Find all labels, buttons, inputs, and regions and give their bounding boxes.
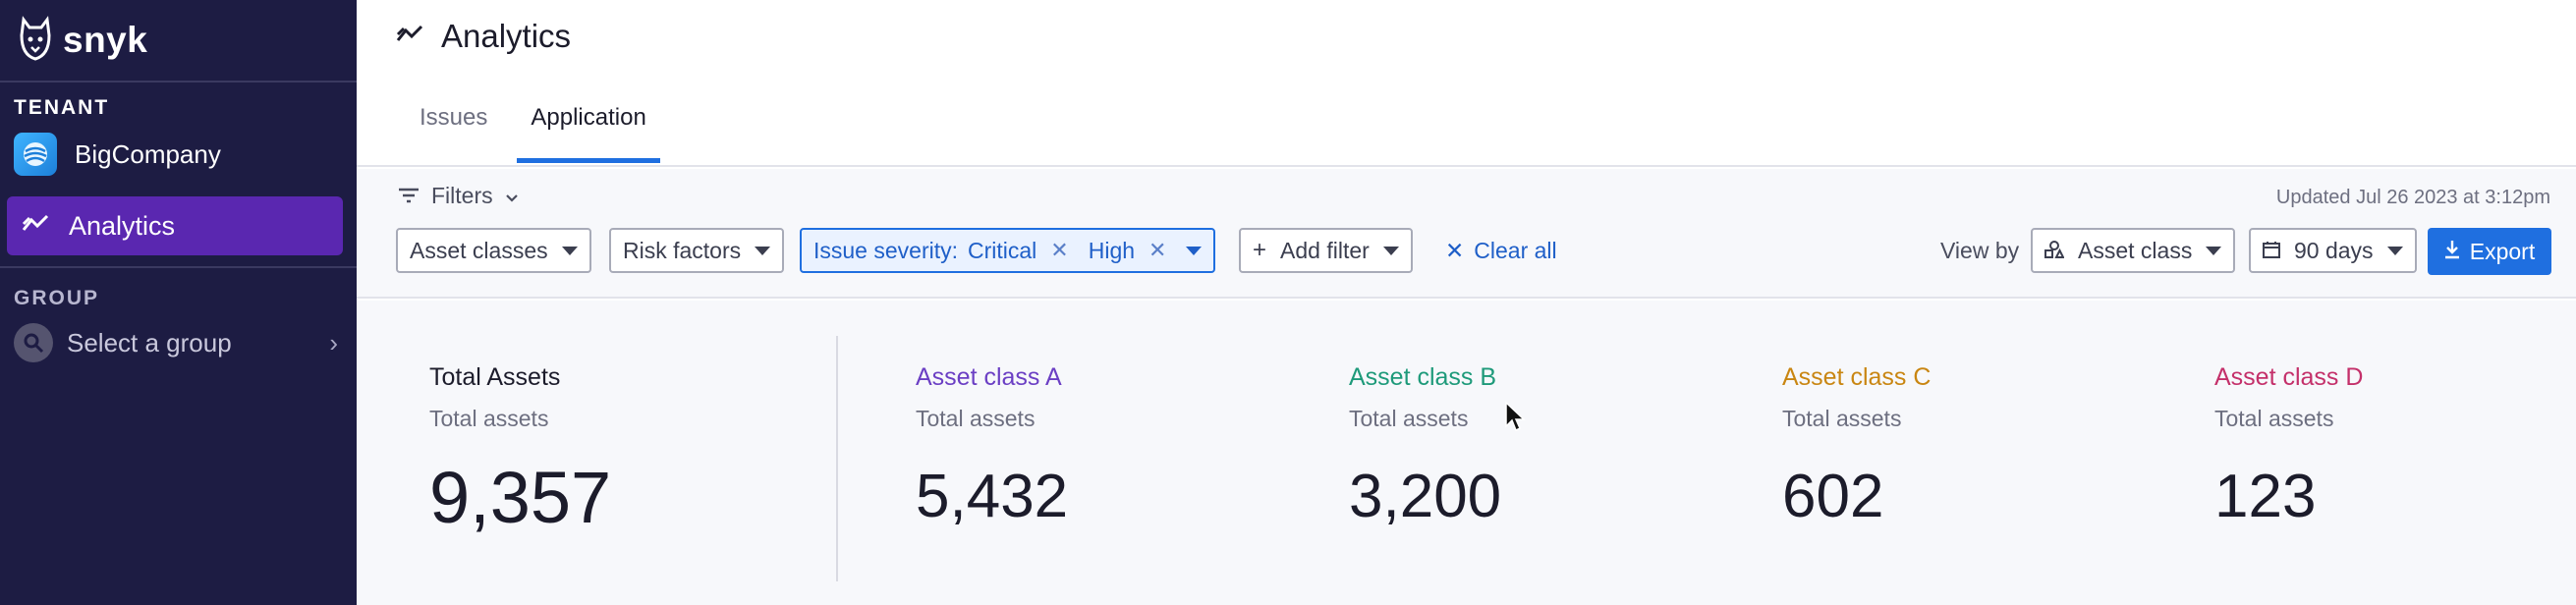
filters-label: Filters bbox=[431, 183, 493, 208]
sidebar: snyk TENANT BigCompany Analytics GROUP S… bbox=[0, 0, 357, 605]
stat-subtitle: Total assets bbox=[2214, 406, 2334, 431]
clear-all-label: Clear all bbox=[1474, 237, 1557, 263]
filters-toggle[interactable]: Filters bbox=[398, 183, 519, 209]
asset-classes-filter[interactable]: Asset classes bbox=[396, 228, 591, 273]
add-filter-button[interactable]: + Add filter bbox=[1239, 228, 1413, 273]
stat-value: 123 bbox=[2214, 463, 2317, 530]
stat-value: 602 bbox=[1782, 463, 1884, 530]
brand[interactable]: snyk bbox=[0, 0, 357, 82]
tab-issues[interactable]: Issues bbox=[406, 90, 501, 163]
close-icon: ✕ bbox=[1445, 237, 1465, 263]
sidebar-divider bbox=[0, 266, 357, 268]
stat-value: 5,432 bbox=[916, 463, 1069, 530]
brand-wordmark: snyk bbox=[63, 20, 148, 60]
stat-subtitle: Total assets bbox=[429, 406, 549, 431]
severity-value-high: High bbox=[1088, 237, 1136, 263]
calendar-icon bbox=[2263, 238, 2280, 264]
view-by-label: View by bbox=[1940, 238, 2020, 263]
tenant-name: BigCompany bbox=[75, 138, 221, 169]
tab-application[interactable]: Application bbox=[517, 90, 661, 163]
chip-label: Risk factors bbox=[623, 237, 742, 263]
stat-asset-class-c[interactable]: Asset class C Total assets 602 bbox=[1782, 363, 1931, 531]
group-label: GROUP bbox=[14, 287, 100, 309]
stats-divider bbox=[836, 336, 838, 581]
tenant-selector[interactable]: BigCompany bbox=[0, 132, 357, 177]
stat-asset-class-b[interactable]: Asset class B Total assets 3,200 bbox=[1349, 363, 1501, 531]
caret-down-icon bbox=[2386, 246, 2403, 255]
stat-title: Asset class B bbox=[1349, 363, 1497, 391]
group-selector[interactable]: Select a group › bbox=[14, 321, 338, 364]
analytics-icon bbox=[22, 214, 49, 239]
stat-title: Asset class D bbox=[2214, 363, 2364, 391]
snyk-logo-icon bbox=[18, 15, 53, 66]
tenant-label: TENANT bbox=[14, 96, 110, 119]
chevron-right-icon: › bbox=[329, 327, 338, 358]
stat-subtitle: Total assets bbox=[1349, 406, 1469, 431]
tabs: Issues Application bbox=[406, 90, 676, 163]
analytics-icon bbox=[396, 25, 423, 49]
search-icon bbox=[14, 323, 53, 362]
clear-all-button[interactable]: ✕ Clear all bbox=[1445, 228, 1557, 273]
filter-bar: Filters Updated Jul 26 2023 at 3:12pm As… bbox=[357, 169, 2576, 299]
main-content: Analytics Issues Application Filters Upd… bbox=[357, 0, 2576, 605]
page-title-text: Analytics bbox=[441, 18, 572, 54]
plus-icon: + bbox=[1253, 237, 1267, 263]
remove-high-icon[interactable]: ✕ bbox=[1148, 238, 1166, 263]
date-range-select[interactable]: 90 days bbox=[2249, 228, 2417, 273]
chip-label: Asset classes bbox=[410, 237, 548, 263]
stat-title: Total Assets bbox=[429, 363, 561, 391]
stat-value: 3,200 bbox=[1349, 463, 1502, 530]
export-button[interactable]: Export bbox=[2428, 228, 2551, 275]
group-select-text: Select a group bbox=[67, 327, 232, 358]
topbar: Analytics Issues Application bbox=[357, 0, 2576, 167]
add-filter-label: Add filter bbox=[1280, 237, 1370, 263]
severity-label: Issue severity: bbox=[813, 237, 958, 263]
mouse-cursor-icon bbox=[1504, 401, 1526, 439]
stats-panel: Total Assets Total assets 9,357 Asset cl… bbox=[357, 301, 2576, 605]
date-range-value: 90 days bbox=[2294, 237, 2374, 263]
caret-down-icon bbox=[561, 246, 578, 255]
stat-total-assets: Total Assets Total assets 9,357 bbox=[429, 363, 611, 539]
shapes-icon bbox=[2044, 238, 2065, 264]
page-title: Analytics bbox=[396, 18, 571, 55]
filter-icon bbox=[398, 183, 420, 209]
remove-critical-icon[interactable]: ✕ bbox=[1050, 238, 1068, 263]
stat-value: 9,357 bbox=[429, 457, 612, 538]
caret-down-icon bbox=[2206, 246, 2222, 255]
risk-factors-filter[interactable]: Risk factors bbox=[609, 228, 785, 273]
caret-down-icon bbox=[1382, 246, 1399, 255]
stat-title: Asset class A bbox=[916, 363, 1062, 391]
severity-value-critical: Critical bbox=[968, 237, 1037, 263]
chevron-down-icon bbox=[505, 183, 519, 209]
tenant-logo-icon bbox=[14, 133, 57, 176]
stat-asset-class-a[interactable]: Asset class A Total assets 5,432 bbox=[916, 363, 1068, 531]
updated-timestamp: Updated Jul 26 2023 at 3:12pm bbox=[2275, 187, 2550, 208]
caret-down-icon[interactable] bbox=[1186, 246, 1203, 255]
stat-title: Asset class C bbox=[1782, 363, 1932, 391]
issue-severity-filter[interactable]: Issue severity: Critical ✕ High ✕ bbox=[800, 228, 1216, 273]
download-icon bbox=[2444, 239, 2460, 265]
stat-subtitle: Total assets bbox=[916, 406, 1036, 431]
sidebar-item-label: Analytics bbox=[69, 210, 176, 241]
export-label: Export bbox=[2469, 238, 2536, 264]
caret-down-icon bbox=[755, 246, 771, 255]
view-by-value: Asset class bbox=[2078, 237, 2193, 263]
stat-subtitle: Total assets bbox=[1782, 406, 1902, 431]
stat-asset-class-d[interactable]: Asset class D Total assets 123 bbox=[2214, 363, 2363, 531]
sidebar-item-analytics[interactable]: Analytics bbox=[7, 196, 343, 255]
view-by-select[interactable]: Asset class bbox=[2031, 228, 2236, 273]
